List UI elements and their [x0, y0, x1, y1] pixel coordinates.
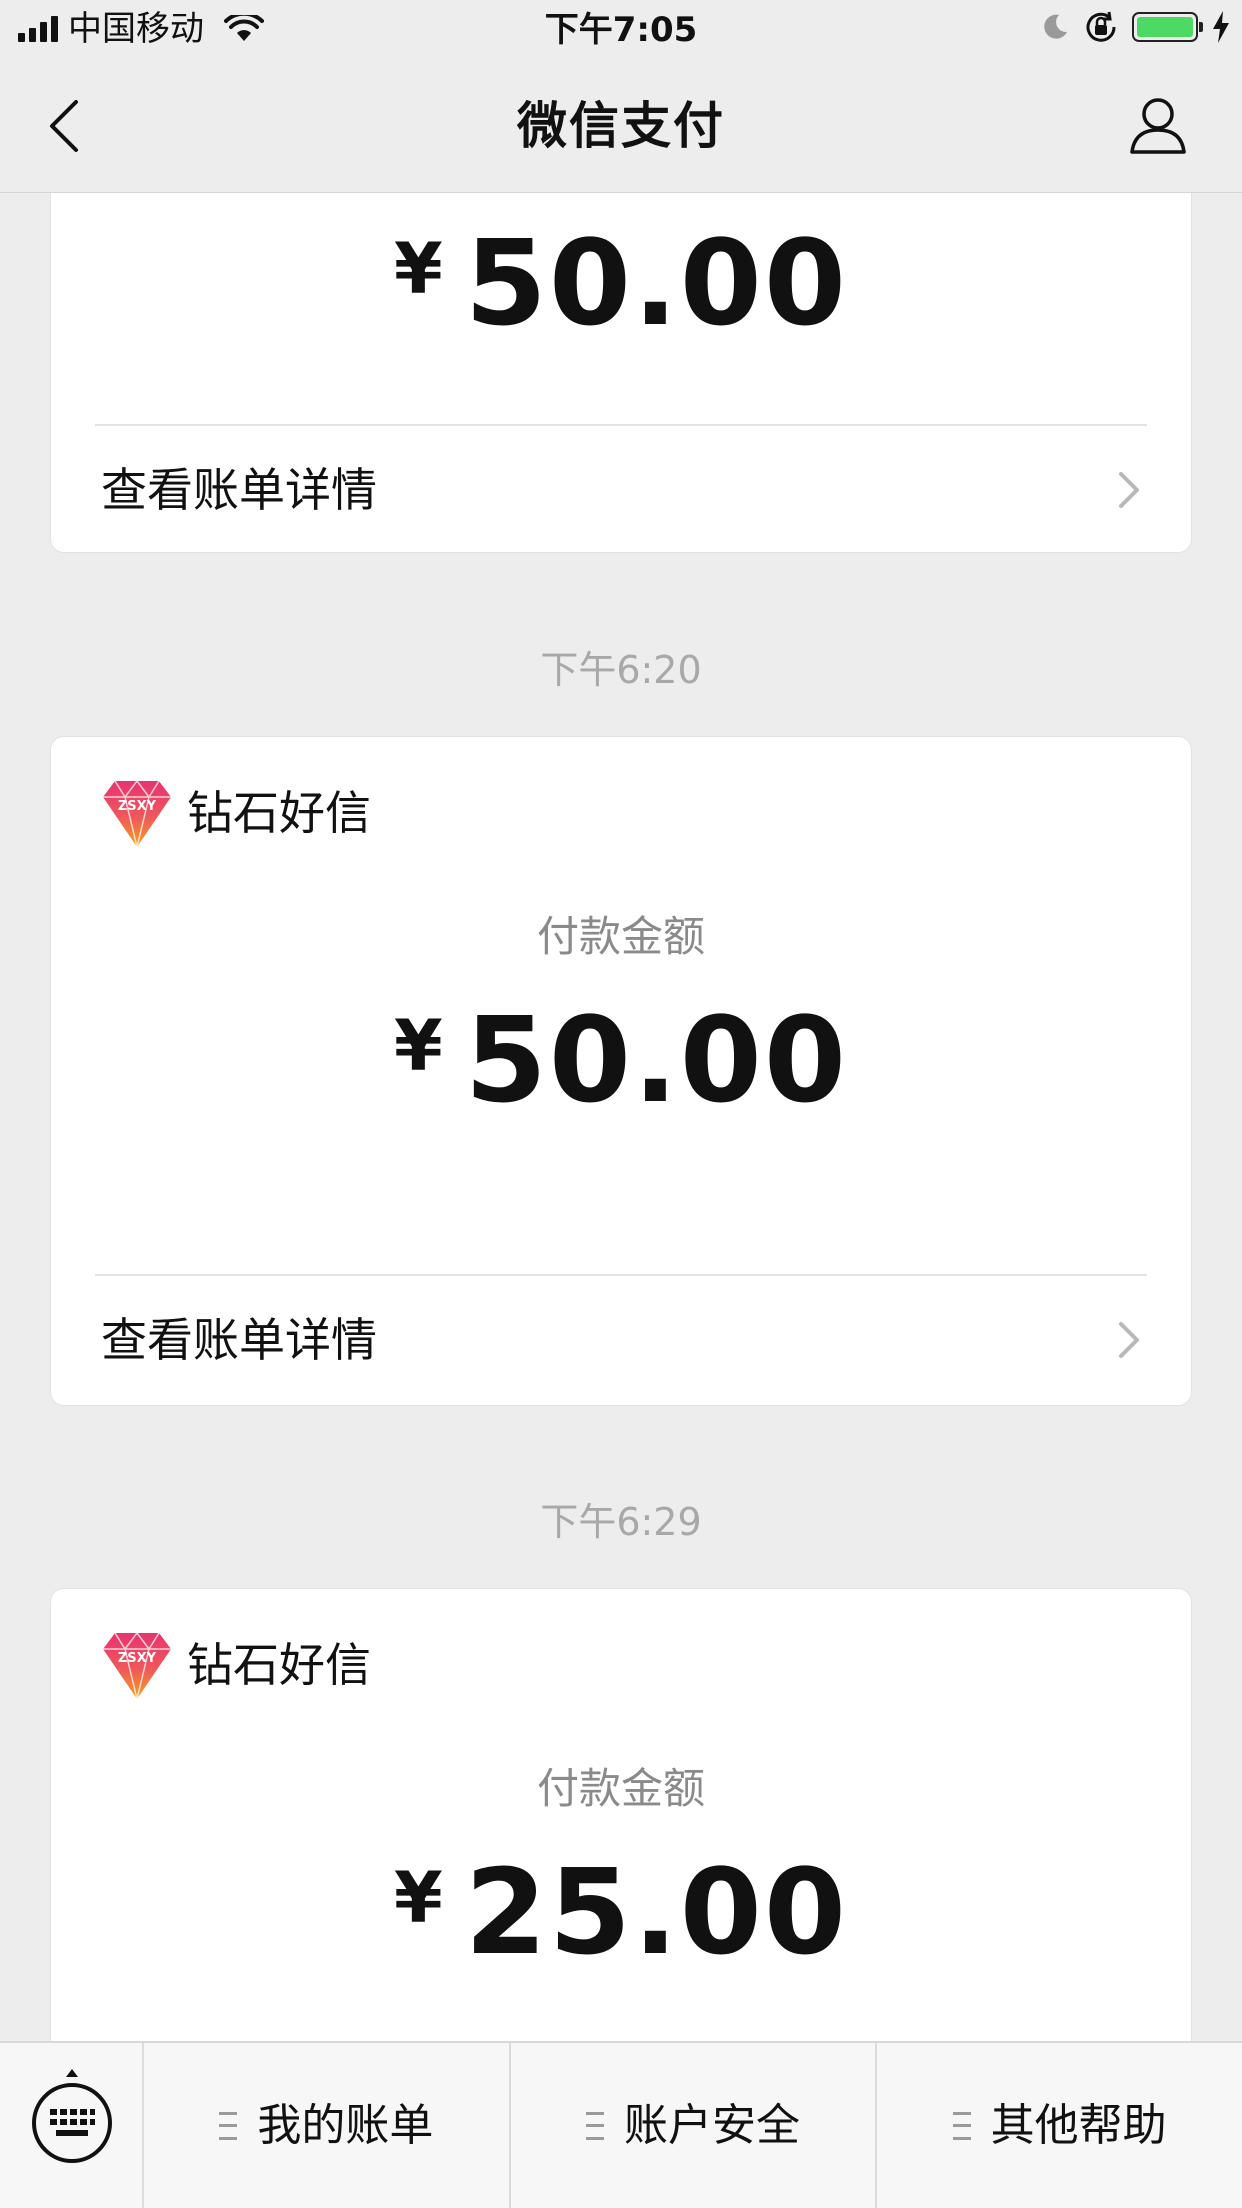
payment-amount: ¥25.00 — [394, 1843, 848, 1981]
menu-my-bills[interactable]: 我的账单 — [144, 2043, 511, 2208]
menu-list-icon — [586, 2111, 604, 2140]
view-bill-detail-label: 查看账单详情 — [101, 1313, 377, 1367]
merchant-header[interactable]: ZSXY 钻石好信 — [101, 777, 371, 849]
chevron-right-icon — [1119, 1322, 1139, 1358]
merchant-name: 钻石好信 — [187, 786, 371, 840]
payment-amount: ¥50.00 — [394, 991, 848, 1129]
message-timestamp: 下午6:29 — [540, 1500, 702, 1544]
chevron-right-icon — [1119, 472, 1139, 508]
page-title: 微信支付 — [517, 97, 725, 155]
view-bill-detail-row[interactable]: 查看账单详情 — [51, 426, 1191, 554]
bottom-toolbar: 我的账单 账户安全 其他帮助 — [0, 2041, 1242, 2208]
payment-card: ZSXY 钻石好信 付款金额 ¥25.00 — [50, 1588, 1192, 2041]
currency-symbol: ¥ — [394, 228, 443, 310]
svg-text:ZSXY: ZSXY — [118, 799, 157, 814]
payment-amount: ¥50.00 — [394, 214, 848, 352]
status-right — [1040, 10, 1230, 44]
battery-icon — [1132, 12, 1203, 42]
svg-text:ZSXY: ZSXY — [118, 1651, 157, 1666]
keyboard-icon — [32, 2069, 112, 2163]
merchant-header[interactable]: ZSXY 钻石好信 — [101, 1629, 371, 1701]
view-bill-detail-row[interactable]: 查看账单详情 — [51, 1276, 1191, 1404]
view-bill-detail-label: 查看账单详情 — [101, 463, 377, 517]
menu-other-help[interactable]: 其他帮助 — [877, 2043, 1242, 2208]
currency-symbol: ¥ — [394, 1857, 443, 1939]
menu-label: 其他帮助 — [990, 2099, 1167, 2151]
diamond-logo-icon: ZSXY — [103, 1631, 171, 1700]
currency-symbol: ¥ — [394, 1005, 443, 1087]
menu-label: 账户安全 — [624, 2099, 800, 2151]
user-icon[interactable] — [1126, 92, 1190, 156]
moon-icon — [1044, 14, 1067, 39]
nav-bar: 微信支付 — [0, 60, 1242, 193]
merchant-name: 钻石好信 — [187, 1638, 371, 1692]
keyboard-toggle-button[interactable] — [0, 2043, 144, 2208]
amount-label: 付款金额 — [536, 912, 705, 961]
charging-icon — [1213, 11, 1229, 43]
amount-label: 付款金额 — [536, 1764, 705, 1813]
menu-label: 我的账单 — [257, 2099, 434, 2151]
payment-card: ¥50.00 查看账单详情 — [50, 193, 1192, 553]
message-timestamp: 下午6:20 — [540, 648, 702, 692]
payment-card: ZSXY 钻石好信 付款金额 ¥50.00 查看账单详情 — [50, 736, 1192, 1406]
diamond-logo-icon: ZSXY — [103, 779, 171, 848]
rotation-lock-icon — [1086, 11, 1116, 42]
menu-account-security[interactable]: 账户安全 — [511, 2043, 878, 2208]
status-bar: 中国移动 下午7:05 — [0, 0, 1242, 60]
menu-list-icon — [952, 2111, 971, 2140]
menu-list-icon — [219, 2111, 238, 2140]
message-list[interactable]: ¥50.00 查看账单详情 下午6:20 ZSXY 钻石好信 付款金额 ¥ 50… — [0, 193, 1242, 2041]
